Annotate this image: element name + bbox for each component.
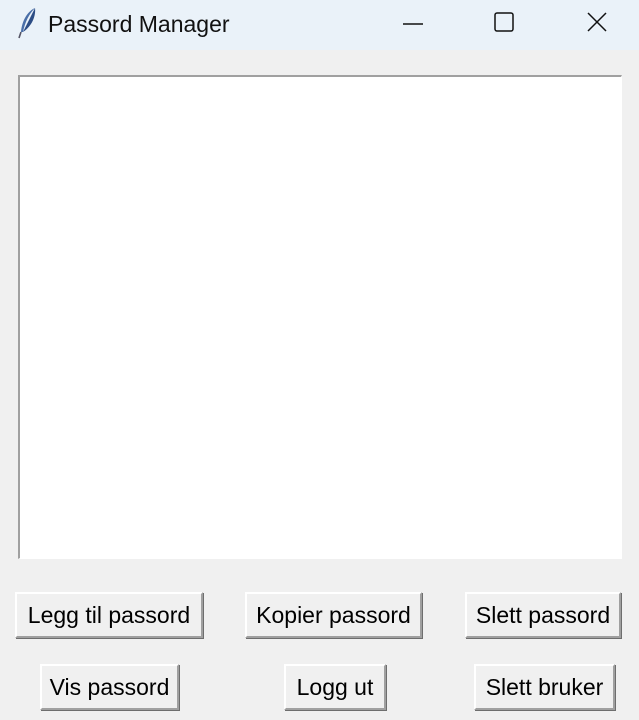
title-bar[interactable]: Passord Manager [0,0,639,50]
feather-icon [16,6,40,40]
minimize-icon [403,23,423,25]
close-button[interactable] [562,0,632,44]
copy-password-button[interactable]: Kopier passord [245,592,422,638]
show-password-button[interactable]: Vis passord [40,664,179,710]
password-listbox[interactable] [18,75,622,559]
log-out-button[interactable]: Logg ut [284,664,386,710]
window-title: Passord Manager [48,11,230,37]
close-icon [587,12,607,32]
minimize-button[interactable] [378,0,448,44]
maximize-button[interactable] [469,0,539,44]
delete-password-button[interactable]: Slett passord [465,592,621,638]
maximize-icon [494,12,514,32]
delete-user-button[interactable]: Slett bruker [474,664,615,710]
add-password-button[interactable]: Legg til passord [15,592,203,638]
